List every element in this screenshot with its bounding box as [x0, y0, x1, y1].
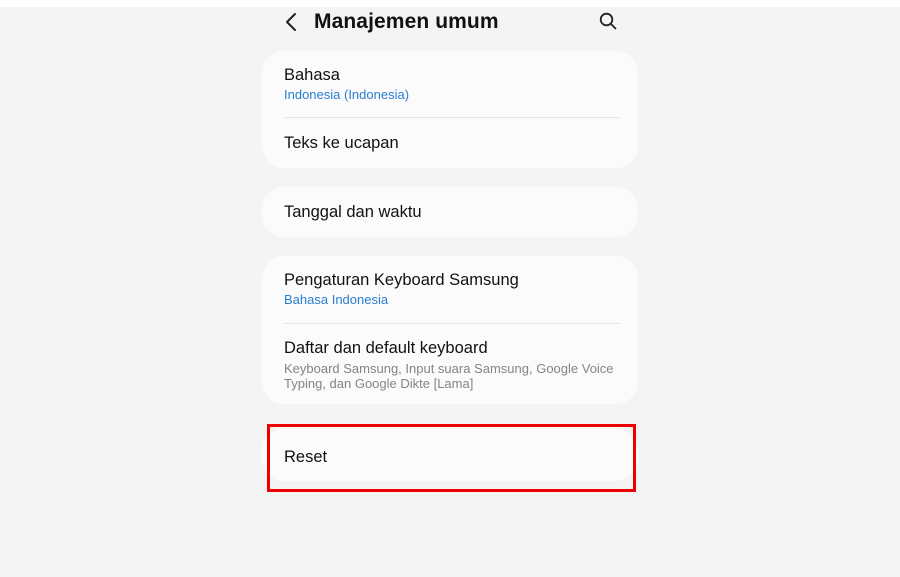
setting-item-title: Teks ke ucapan [284, 134, 399, 152]
setting-item-description: Keyboard Samsung, Input suara Samsung, G… [284, 361, 614, 391]
setting-item-daftar-keyboard[interactable]: Daftar dan default keyboard Keyboard Sam… [284, 338, 620, 391]
settings-group-reset: Reset [262, 429, 638, 481]
setting-item-keyboard-samsung[interactable]: Pengaturan Keyboard Samsung Bahasa Indon… [284, 270, 620, 308]
setting-item-value: Bahasa Indonesia [284, 292, 389, 307]
setting-item-reset[interactable]: Reset [284, 447, 620, 467]
setting-item-title: Daftar dan default keyboard [284, 339, 488, 357]
app-header: Manajemen umum [262, 0, 638, 44]
settings-group-keyboard: Pengaturan Keyboard Samsung Bahasa Indon… [262, 256, 638, 404]
settings-screen: Manajemen umum Bahasa Indonesia (Indones… [262, 0, 638, 577]
setting-item-value: Indonesia (Indonesia) [284, 87, 410, 102]
divider [284, 323, 620, 324]
setting-item-title: Tanggal dan waktu [284, 203, 422, 221]
setting-item-teks-ke-ucapan[interactable]: Teks ke ucapan [284, 133, 620, 153]
page-title: Manajemen umum [314, 10, 499, 33]
setting-item-tanggal-dan-waktu[interactable]: Tanggal dan waktu [284, 202, 620, 222]
setting-item-title: Pengaturan Keyboard Samsung [284, 271, 519, 289]
setting-item-title: Reset [284, 448, 328, 466]
settings-group-datetime: Tanggal dan waktu [262, 187, 638, 237]
setting-item-title: Bahasa [284, 66, 340, 84]
setting-item-bahasa[interactable]: Bahasa Indonesia (Indonesia) [284, 65, 620, 103]
divider [284, 117, 620, 118]
chevron-left-icon[interactable] [282, 10, 300, 34]
search-icon[interactable] [598, 11, 618, 31]
settings-group-language: Bahasa Indonesia (Indonesia) Teks ke uca… [262, 51, 638, 168]
